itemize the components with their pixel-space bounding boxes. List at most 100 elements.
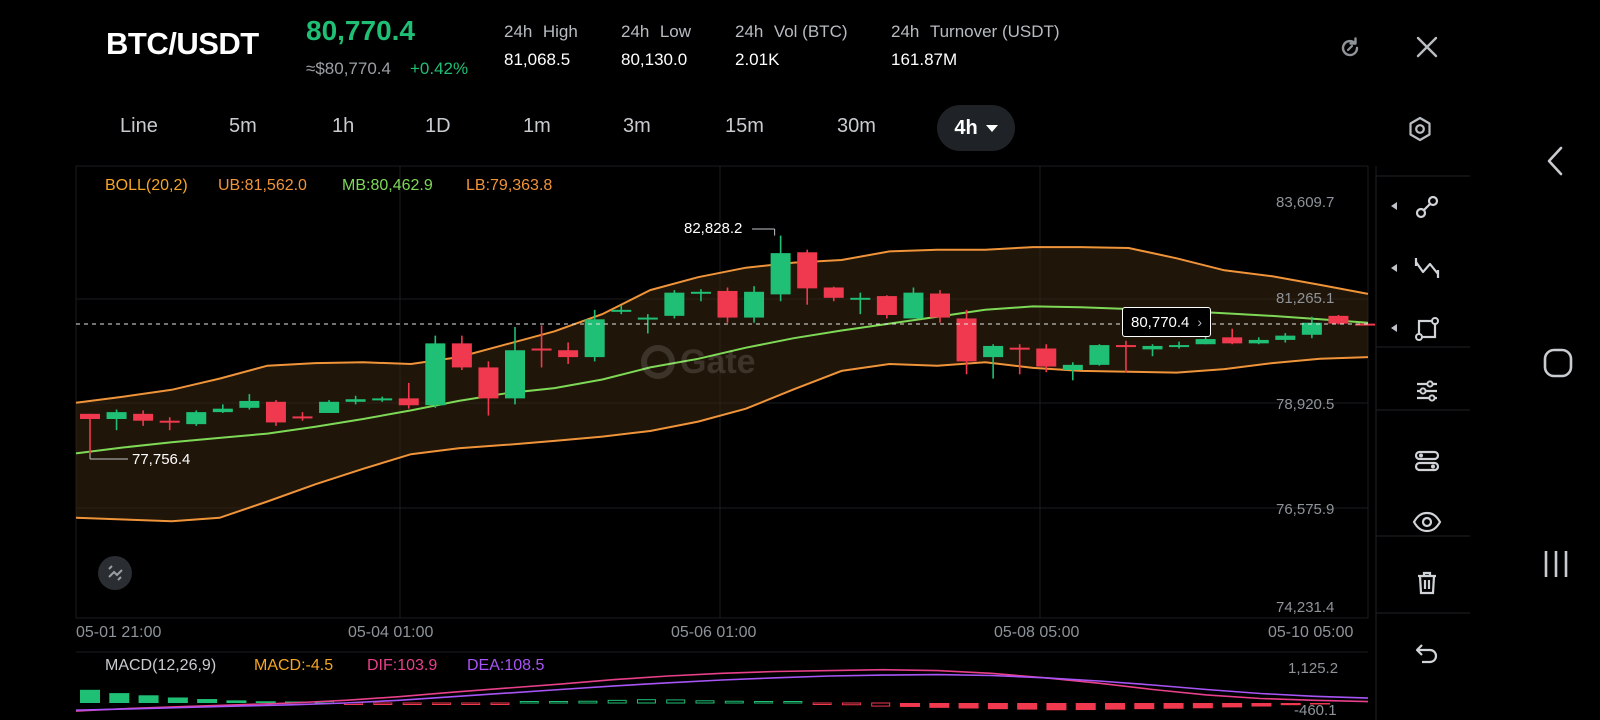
- macd-histogram-bar: [929, 703, 950, 708]
- candle-body: [133, 413, 154, 421]
- candle-body: [319, 401, 340, 413]
- eye-icon[interactable]: [1407, 502, 1447, 542]
- candle-body: [345, 399, 366, 402]
- candle-body: [584, 319, 605, 358]
- shape-icon[interactable]: [1407, 309, 1447, 349]
- expand-arrow-icon: [1391, 324, 1397, 332]
- macd-histogram-bar: [226, 700, 247, 703]
- y-axis-label: 83,609.7: [1276, 194, 1335, 211]
- x-axis-label: 05-01 21:00: [76, 624, 162, 641]
- candle-body: [770, 253, 791, 295]
- macd-histogram-bar: [402, 702, 422, 705]
- node-link-icon[interactable]: [1407, 187, 1447, 227]
- macd-histogram-bar: [461, 702, 481, 705]
- macd-dif: DIF:103.9: [367, 657, 438, 674]
- macd-histogram-bar: [1251, 703, 1272, 707]
- y-axis-label: 81,265.1: [1276, 290, 1335, 307]
- undo-icon[interactable]: [1407, 633, 1447, 673]
- candle-body: [1115, 345, 1136, 348]
- candle-body: [505, 350, 525, 399]
- zigzag-icon[interactable]: [1407, 249, 1447, 289]
- candle-body: [398, 398, 419, 406]
- macd-histogram-bar: [578, 700, 598, 704]
- macd-dea: DEA:108.5: [467, 657, 545, 674]
- macd-histogram-bar: [490, 702, 510, 705]
- macd-name: MACD(12,26,9): [105, 657, 217, 674]
- back-icon[interactable]: [1540, 143, 1570, 179]
- trash-icon[interactable]: [1407, 563, 1447, 603]
- candle-body: [1169, 345, 1190, 348]
- boll-ub: UB:81,562.0: [218, 177, 307, 194]
- last-price-tag-value: 80,770.4: [1131, 313, 1190, 331]
- macd-histogram-bar: [197, 699, 218, 703]
- candle-body: [478, 367, 499, 399]
- high-marker-label: 82,828.2: [684, 220, 743, 237]
- candle-body: [1009, 347, 1030, 350]
- x-axis-label: 05-06 01:00: [671, 624, 757, 641]
- macd-histogram-bar: [1017, 703, 1038, 710]
- candle-body: [1062, 364, 1083, 371]
- candle-body: [425, 343, 446, 406]
- candle-body: [265, 401, 286, 423]
- candle-body: [1275, 335, 1296, 340]
- candle-body: [239, 400, 260, 408]
- macd-histogram-bar: [519, 701, 539, 704]
- macd-histogram-bar: [695, 700, 715, 704]
- chart-type-toggle-icon[interactable]: [98, 556, 132, 590]
- macd-histogram-bar: [255, 701, 276, 703]
- svg-text:Gate: Gate: [680, 343, 756, 381]
- recents-icon[interactable]: [1538, 546, 1574, 582]
- y-axis-label: 74,231.4: [1276, 599, 1335, 616]
- macd-axis-label: 1,125.2: [1288, 660, 1339, 677]
- macd-histogram-bar: [841, 702, 861, 706]
- macd-histogram-bar: [1192, 703, 1213, 709]
- macd-histogram-bar: [549, 701, 569, 704]
- chevron-right-icon: ›: [1197, 314, 1203, 330]
- candle-body: [1036, 348, 1057, 367]
- boll-mb: MB:80,462.9: [342, 177, 433, 194]
- candle-body: [1142, 345, 1163, 350]
- macd-histogram-bar: [754, 701, 774, 704]
- macd-value: MACD:-4.5: [254, 657, 334, 674]
- macd-histogram-bar: [607, 699, 627, 704]
- candle-body: [1089, 345, 1110, 365]
- home-icon[interactable]: [1540, 345, 1576, 381]
- macd-histogram-bar: [812, 702, 832, 705]
- macd-histogram-bar: [900, 703, 920, 707]
- candle-body: [876, 296, 897, 316]
- macd-histogram-bar: [1134, 703, 1155, 710]
- macd-histogram-bar: [724, 700, 744, 704]
- candle-body: [451, 343, 472, 368]
- candle-body: [1301, 322, 1322, 335]
- expand-arrow-icon: [1391, 264, 1397, 272]
- macd-axis-label: -460.1: [1294, 702, 1337, 719]
- macd-histogram-bar: [80, 689, 100, 703]
- candle-body: [611, 309, 632, 312]
- candle-body: [637, 317, 658, 320]
- candle-body: [664, 292, 685, 316]
- last-price-tag[interactable]: 80,770.4 ›: [1122, 307, 1212, 337]
- candle-body: [106, 412, 127, 419]
- candle-body: [1195, 339, 1216, 345]
- macd-histogram-bar: [138, 695, 159, 703]
- macd-histogram-bar: [1046, 703, 1067, 711]
- price-chart[interactable]: Gate: [0, 0, 1600, 720]
- sliders-icon[interactable]: [1407, 371, 1447, 411]
- macd-histogram-bar: [431, 702, 451, 705]
- macd-histogram-bar: [871, 702, 891, 707]
- macd-histogram-bar: [958, 703, 979, 709]
- candle-body: [797, 252, 818, 289]
- link-toggle-icon[interactable]: [1407, 441, 1447, 481]
- candle-body: [1222, 337, 1243, 344]
- y-axis-label: 76,575.9: [1276, 501, 1335, 518]
- candle-body: [1328, 315, 1349, 324]
- macd-panel: [75, 668, 1369, 712]
- expand-arrow-icon: [1391, 202, 1397, 210]
- candle-body: [903, 292, 924, 319]
- macd-histogram-bar: [783, 701, 803, 704]
- macd-histogram-bar: [666, 699, 686, 704]
- candle-body: [212, 408, 233, 413]
- macd-histogram-bar: [167, 697, 188, 703]
- candle-body: [186, 412, 207, 425]
- macd-histogram-bar: [109, 693, 130, 703]
